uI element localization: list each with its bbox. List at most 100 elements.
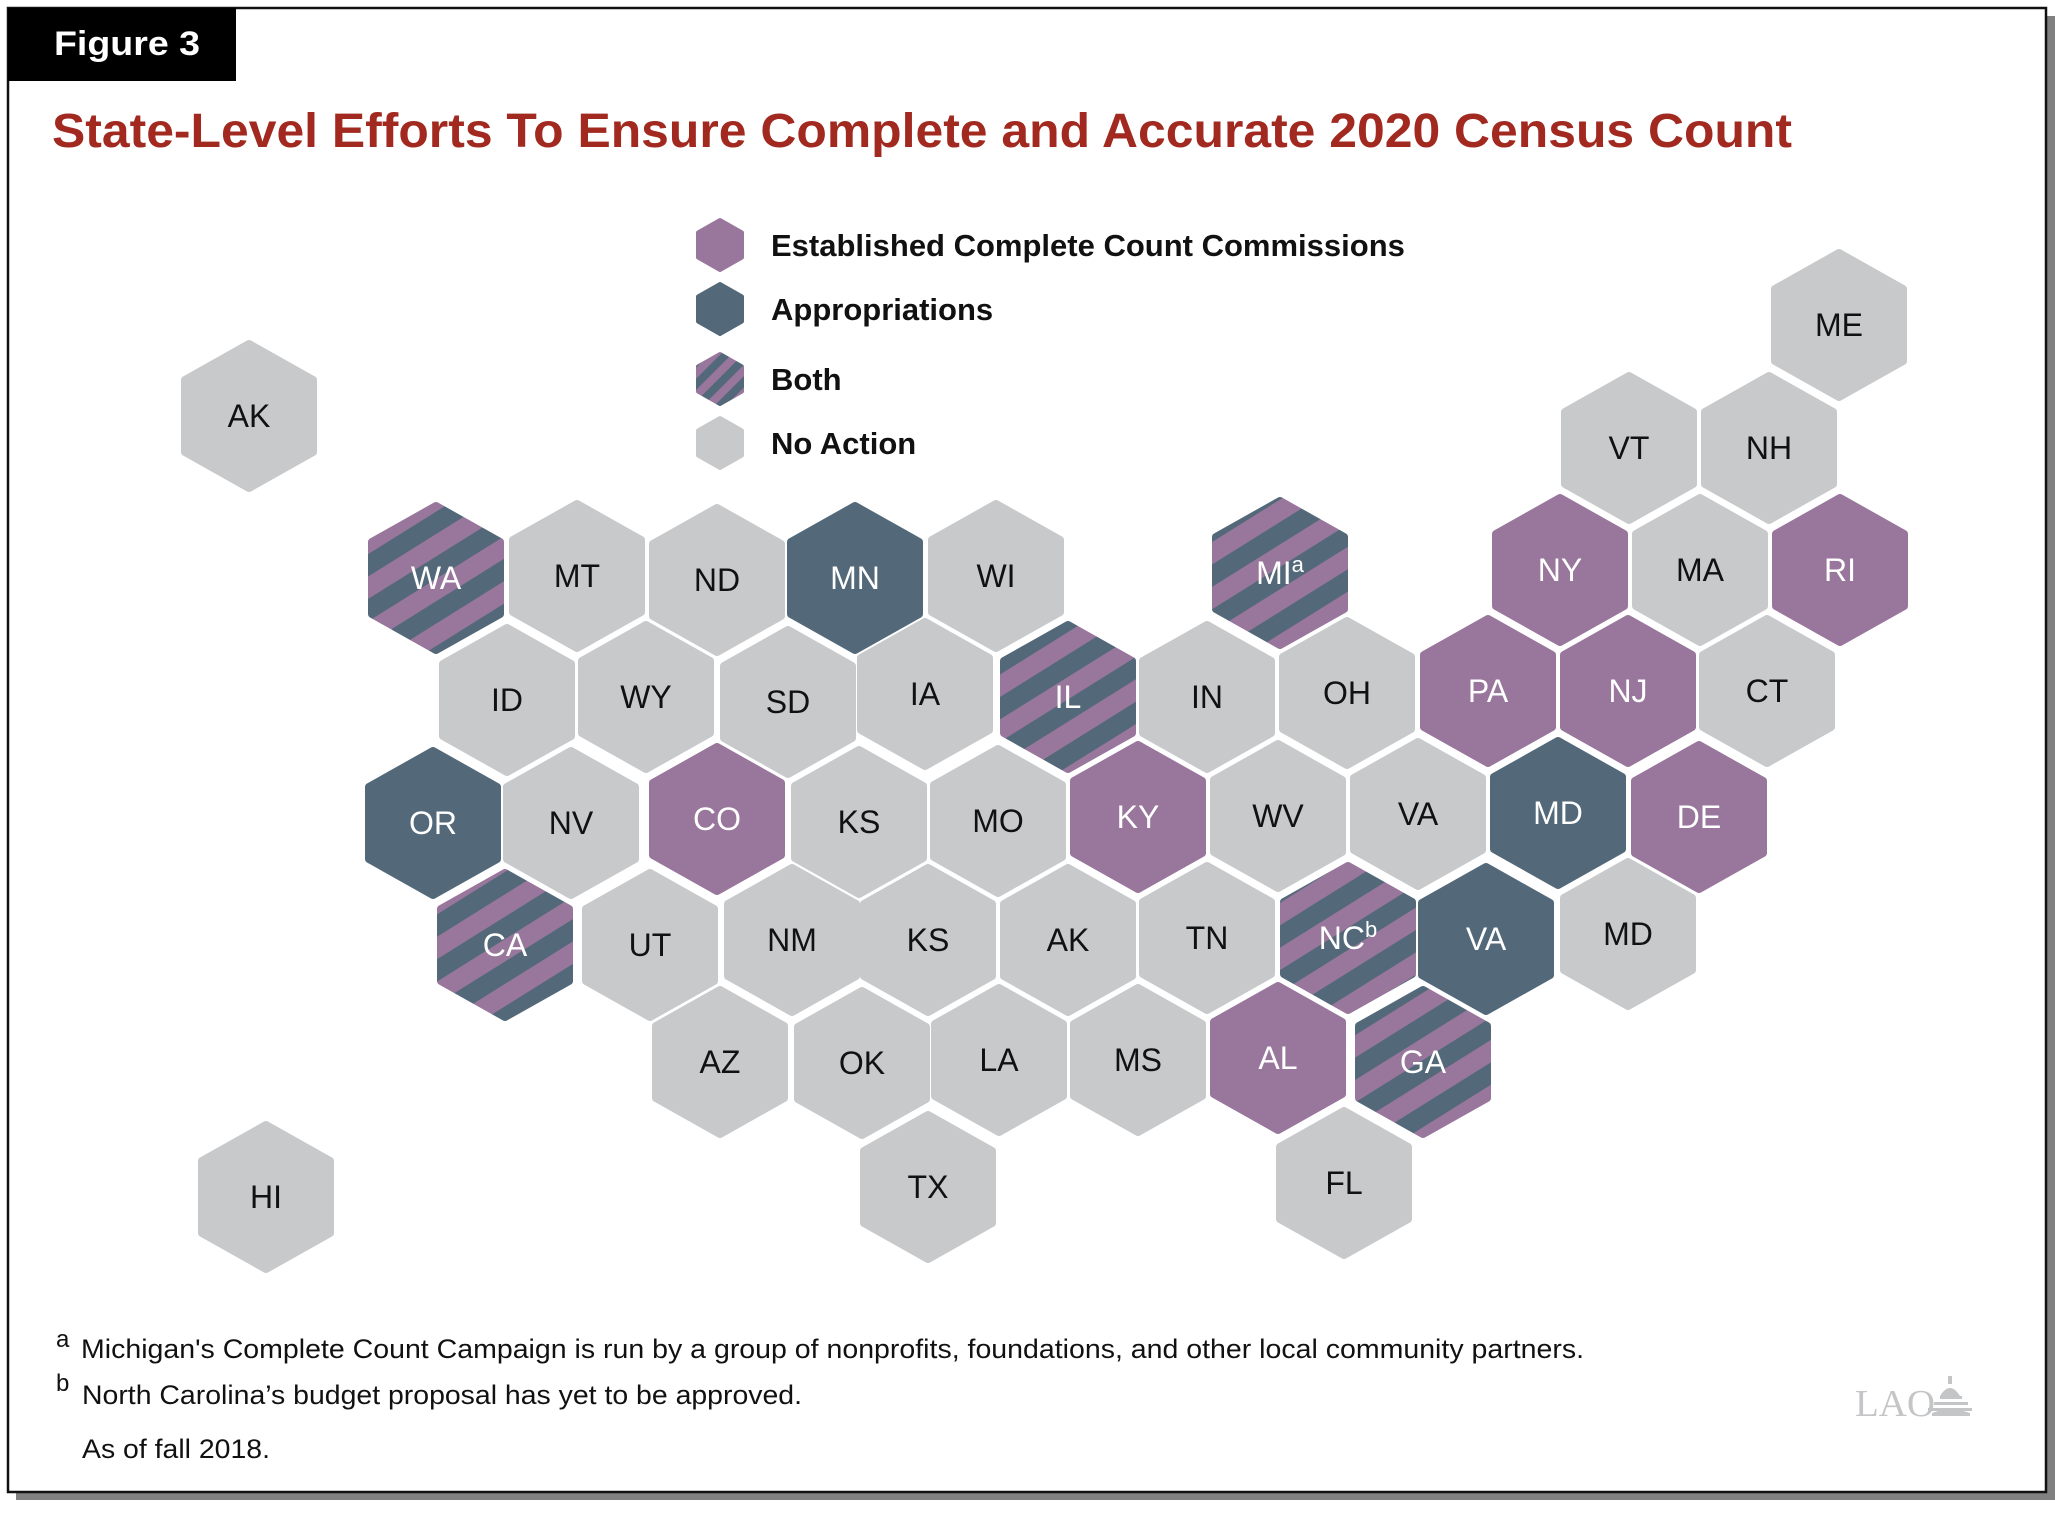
figure: Figure 3 State-Level Efforts To Ensure C…	[6, 6, 2055, 1500]
legend-label: Both	[771, 362, 842, 397]
state-hex-nj: NJ	[1560, 615, 1696, 767]
state-label: WV	[1252, 798, 1304, 834]
state-hex-mn: MN	[787, 502, 923, 654]
state-hex-hi: HI	[198, 1121, 334, 1273]
state-label: AK	[228, 398, 271, 434]
state-label: PA	[1468, 673, 1509, 709]
state-hex-tx: TX	[860, 1111, 996, 1263]
state-label: WA	[411, 560, 462, 596]
state-label: GA	[1400, 1044, 1447, 1080]
footnote-marker: b	[1365, 917, 1377, 942]
state-hex-wi: WI	[928, 500, 1064, 652]
chart-title: State-Level Efforts To Ensure Complete a…	[52, 105, 1792, 158]
state-label: IN	[1191, 679, 1223, 715]
state-label: AL	[1258, 1040, 1297, 1076]
state-hex-ut: UT	[582, 869, 718, 1021]
state-hex-wv: WV	[1210, 740, 1346, 892]
state-label: NJ	[1608, 673, 1647, 709]
state-hex-nd: ND	[649, 504, 785, 656]
state-hex-md: MD	[1490, 737, 1626, 889]
state-label: CA	[483, 927, 528, 963]
state-label: UT	[629, 927, 672, 963]
state-hex-va: VA	[1418, 863, 1554, 1015]
state-label: OK	[839, 1045, 885, 1081]
state-hex-al: AL	[1210, 982, 1346, 1134]
state-hex-ak: AK	[1000, 864, 1136, 1016]
state-label: NH	[1746, 430, 1792, 466]
state-label: DE	[1677, 799, 1721, 835]
state-hex-ks: KS	[860, 864, 996, 1016]
state-label: VT	[1609, 430, 1650, 466]
state-label: TN	[1186, 920, 1229, 956]
state-hex-de: DE	[1631, 741, 1767, 893]
state-hex-nh: NH	[1701, 372, 1837, 524]
state-label: AZ	[700, 1044, 741, 1080]
state-label: NV	[549, 805, 594, 841]
footnote-a-text: Michigan's Complete Count Campaign is ru…	[81, 1334, 1584, 1364]
legend-label: Established Complete Count Commissions	[771, 228, 1405, 263]
state-label: NM	[767, 922, 817, 958]
footnote-marker: a	[1292, 552, 1305, 577]
legend-label: Appropriations	[771, 292, 993, 327]
legend-item-none: No Action	[696, 416, 916, 470]
state-hex-mt: MT	[509, 500, 645, 652]
state-hex-me: ME	[1771, 249, 1907, 401]
state-hex-tn: TN	[1139, 862, 1275, 1014]
state-hex-sd: SD	[720, 626, 856, 778]
state-hex-il: IL	[1000, 621, 1136, 773]
state-hex-ms: MS	[1070, 984, 1206, 1136]
state-hex-ny: NY	[1492, 494, 1628, 646]
state-hex-la: LA	[931, 984, 1067, 1136]
state-label: OH	[1323, 675, 1371, 711]
state-hex-id: ID	[439, 624, 575, 776]
state-label: HI	[250, 1179, 282, 1215]
state-label: MS	[1114, 1042, 1162, 1078]
state-hex-ri: RI	[1772, 494, 1908, 646]
state-hex-az: AZ	[652, 986, 788, 1138]
state-label: WI	[976, 558, 1015, 594]
footnote-b-marker: b	[56, 1370, 69, 1397]
state-hex-ky: KY	[1070, 741, 1206, 893]
state-label: MD	[1533, 795, 1583, 831]
state-hex-wa: WA	[368, 502, 504, 654]
state-label: KS	[838, 804, 881, 840]
state-hex-va: VA	[1350, 738, 1486, 890]
state-hex-fl: FL	[1276, 1107, 1412, 1259]
state-hex-ct: CT	[1699, 615, 1835, 767]
footnote-a-marker: a	[56, 1326, 70, 1353]
state-hex-oh: OH	[1279, 617, 1415, 769]
state-label: KY	[1117, 799, 1160, 835]
state-hex-nm: NM	[724, 864, 860, 1016]
state-label: IA	[910, 676, 941, 712]
state-hex-in: IN	[1139, 621, 1275, 773]
legend-swatch	[696, 218, 744, 272]
state-label: ME	[1815, 307, 1863, 343]
state-label: VA	[1466, 921, 1507, 957]
state-label: MO	[972, 803, 1024, 839]
state-hex-ks: KS	[791, 746, 927, 898]
state-label: MT	[554, 558, 600, 594]
state-hex-ca: CA	[437, 869, 573, 1021]
figure-label: Figure 3	[54, 25, 200, 63]
state-label: KS	[907, 922, 950, 958]
state-label: ND	[694, 562, 740, 598]
legend-swatch	[696, 352, 744, 406]
state-label: WY	[620, 679, 672, 715]
state-label: VA	[1398, 796, 1439, 832]
legend-swatch	[696, 416, 744, 470]
state-hex-ia: IA	[857, 618, 993, 770]
state-hex-ak: AK	[181, 340, 317, 492]
as-of-note: As of fall 2018.	[82, 1434, 270, 1464]
footnote-b-text: North Carolina’s budget proposal has yet…	[82, 1380, 802, 1410]
state-label: TX	[908, 1169, 949, 1205]
state-hex-md: MD	[1560, 858, 1696, 1010]
state-label: NY	[1538, 552, 1582, 588]
state-hex-pa: PA	[1420, 615, 1556, 767]
state-label: MN	[830, 560, 880, 596]
state-label: SD	[766, 684, 810, 720]
state-hex-ga: GA	[1355, 986, 1491, 1138]
state-label: AK	[1047, 922, 1090, 958]
state-label: RI	[1824, 552, 1856, 588]
state-hex-ok: OK	[794, 987, 930, 1139]
state-label: IL	[1055, 679, 1082, 715]
